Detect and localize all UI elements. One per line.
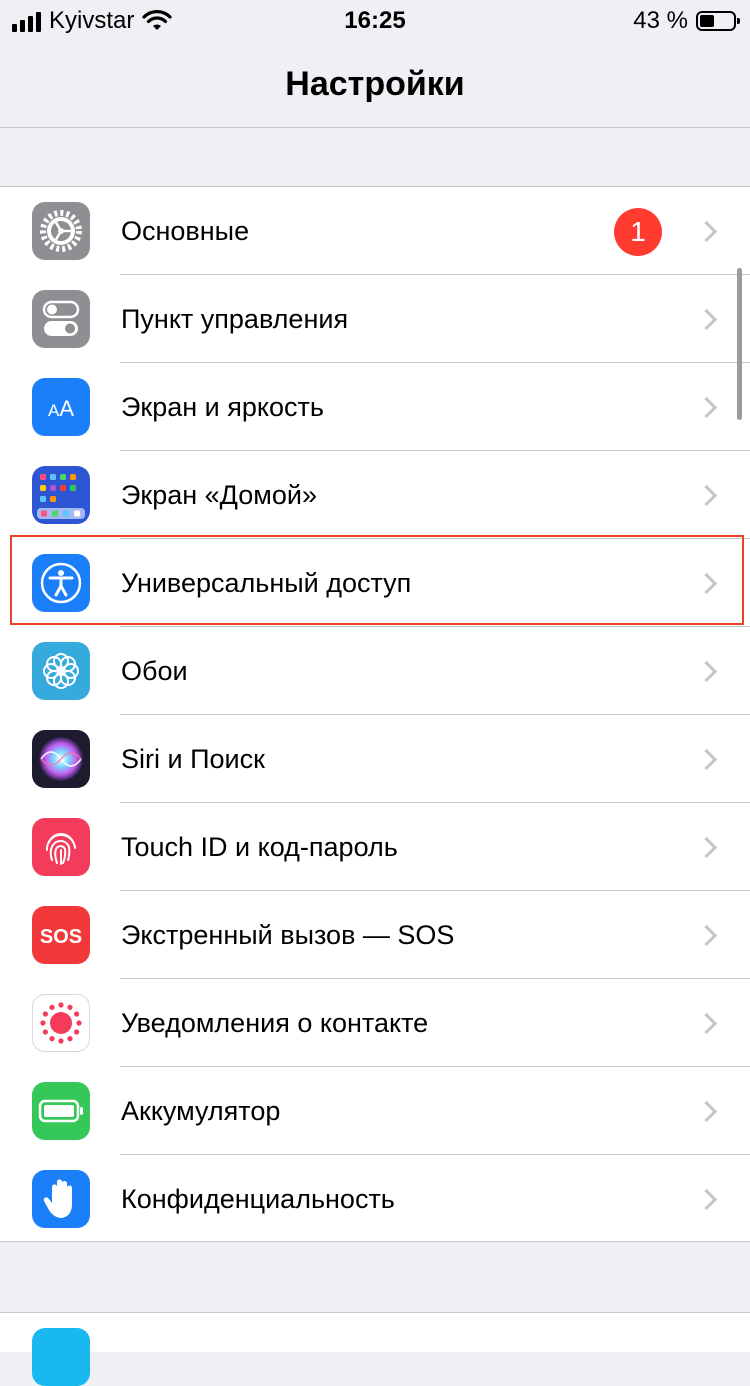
notification-badge: 1 (614, 208, 662, 256)
accessibility-icon (32, 554, 90, 612)
svg-text:AA: AA (48, 396, 74, 421)
settings-list: Основные 1 Пункт управления AA Экран и я… (0, 186, 750, 1242)
settings-row-touch-id[interactable]: Touch ID и код-пароль (0, 803, 750, 891)
page-title: Настройки (285, 65, 465, 103)
settings-row-label: Конфиденциальность (121, 1184, 395, 1214)
battery-icon (32, 1082, 90, 1140)
settings-row-label: Экран «Домой» (121, 480, 317, 510)
chevron-right-icon (695, 572, 718, 595)
home-screen-icon (32, 466, 90, 524)
settings-row-general[interactable]: Основные 1 (0, 187, 750, 275)
sos-icon: SOS (32, 906, 90, 964)
siri-icon (32, 730, 90, 788)
settings-row-battery[interactable]: Аккумулятор (0, 1067, 750, 1155)
settings-row-home-screen[interactable]: Экран «Домой» (0, 451, 750, 539)
battery-percentage: 43 % (633, 7, 688, 34)
settings-row-label: Пункт управления (121, 304, 349, 334)
settings-row-label: Экстренный вызов — SOS (121, 920, 455, 950)
battery-status-icon (696, 11, 740, 31)
settings-row-label: Touch ID и код-пароль (121, 832, 398, 862)
chevron-right-icon (695, 836, 718, 859)
chevron-right-icon (695, 748, 718, 771)
navigation-bar: Настройки (0, 40, 750, 128)
chevron-right-icon (695, 1012, 718, 1035)
settings-row-label: Siri и Поиск (121, 744, 265, 774)
settings-row-label: Универсальный доступ (121, 568, 412, 598)
settings-row-emergency-sos[interactable]: SOS Экстренный вызов — SOS (0, 891, 750, 979)
settings-row-exposure-notifications[interactable]: Уведомления о контакте (0, 979, 750, 1067)
settings-list-next (0, 1312, 750, 1386)
settings-row-label: Обои (121, 656, 188, 686)
privacy-hand-icon (32, 1170, 90, 1228)
chevron-right-icon (695, 308, 718, 331)
settings-row-control-center[interactable]: Пункт управления (0, 275, 750, 363)
settings-row-label: Уведомления о контакте (121, 1008, 429, 1038)
wallpaper-flower-icon (32, 642, 90, 700)
settings-row-label: Аккумулятор (121, 1096, 281, 1126)
exposure-notification-icon (32, 994, 90, 1052)
gear-icon (32, 202, 90, 260)
settings-row-label: Экран и яркость (121, 392, 324, 422)
status-right: 43 % (633, 6, 740, 36)
chevron-right-icon (695, 660, 718, 683)
status-bar: Kyivstar 16:25 43 % (0, 0, 750, 40)
svg-text:SOS: SOS (40, 926, 82, 948)
settings-row-privacy[interactable]: Конфиденциальность (0, 1155, 750, 1243)
settings-row-display-brightness[interactable]: AA Экран и яркость (0, 363, 750, 451)
control-center-icon (32, 290, 90, 348)
app-icon-partial[interactable] (32, 1328, 90, 1386)
chevron-right-icon (695, 484, 718, 507)
chevron-right-icon (695, 396, 718, 419)
display-brightness-icon: AA (32, 378, 90, 436)
chevron-right-icon (695, 1188, 718, 1211)
fingerprint-icon (32, 818, 90, 876)
settings-row-accessibility[interactable]: Универсальный доступ (0, 539, 750, 627)
scroll-indicator[interactable] (737, 268, 742, 420)
chevron-right-icon (695, 220, 718, 243)
settings-row-label: Основные (121, 216, 250, 246)
chevron-right-icon (695, 1100, 718, 1123)
settings-row-siri-search[interactable]: Siri и Поиск (0, 715, 750, 803)
settings-row-wallpaper[interactable]: Обои (0, 627, 750, 715)
chevron-right-icon (695, 924, 718, 947)
